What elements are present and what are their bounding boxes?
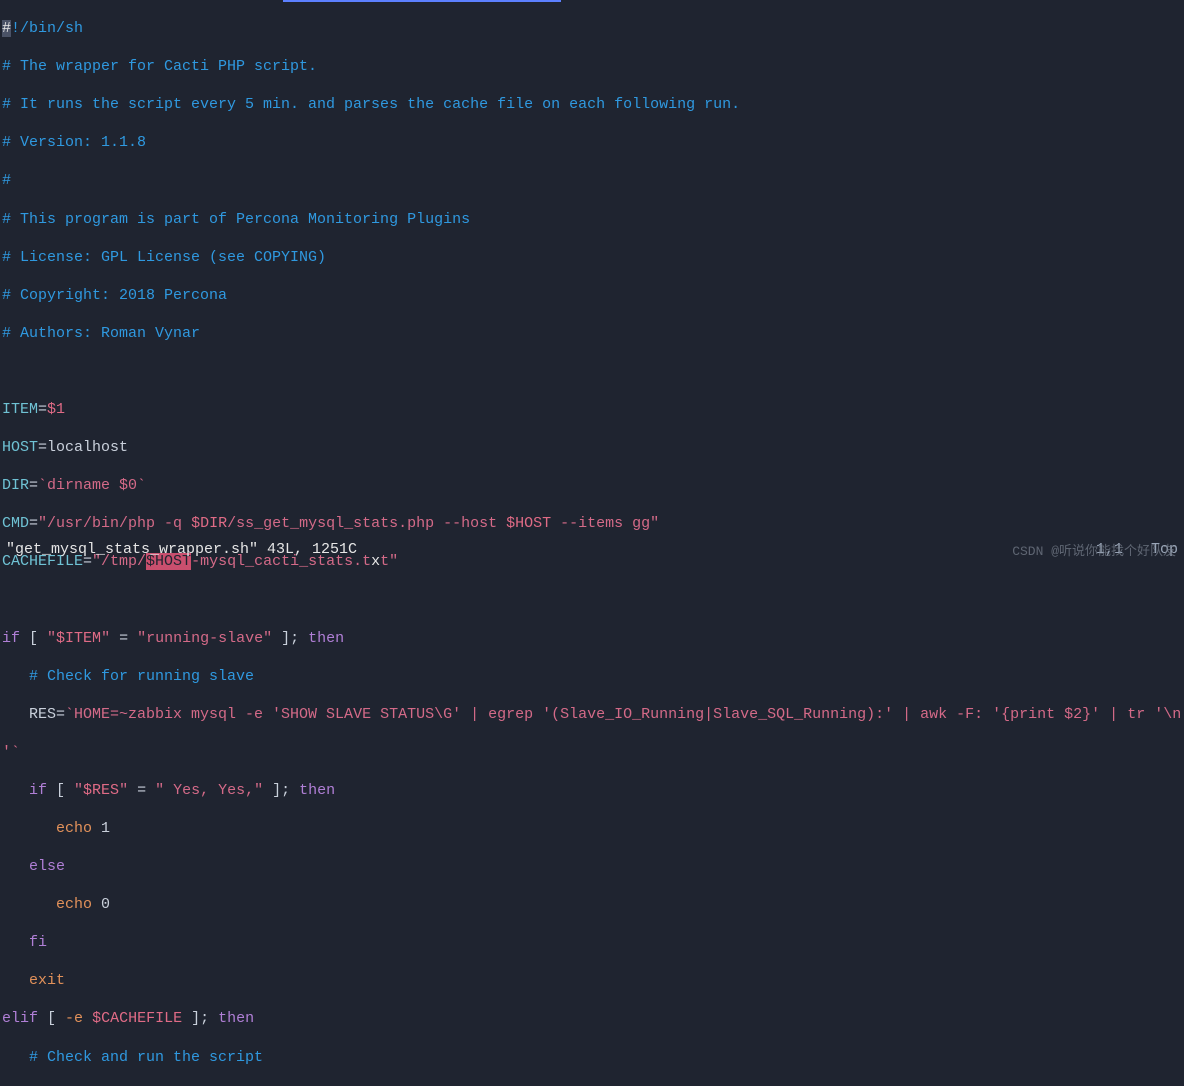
code-line: elif [ -e $CACHEFILE ]; then — [0, 1009, 1184, 1028]
code-line — [0, 590, 1184, 609]
code-line — [0, 362, 1184, 381]
code-line: if [ "$ITEM" = "running-slave" ]; then — [0, 629, 1184, 648]
code-line: ITEM=$1 — [0, 400, 1184, 419]
code-line: # This program is part of Percona Monito… — [0, 210, 1184, 229]
shebang-hash: # — [2, 20, 11, 37]
code-line: echo 1 — [0, 819, 1184, 838]
code-editor[interactable]: #!/bin/sh # The wrapper for Cacti PHP sc… — [0, 0, 1184, 540]
status-file-info: "get_mysql_stats_wrapper.sh" 43L, 1251C — [6, 540, 357, 559]
code-line: #!/bin/sh — [0, 19, 1184, 38]
code-line: else — [0, 857, 1184, 876]
code-line: echo 0 — [0, 895, 1184, 914]
code-line: # License: GPL License (see COPYING) — [0, 248, 1184, 267]
code-line: HOST=localhost — [0, 438, 1184, 457]
code-line: # The wrapper for Cacti PHP script. — [0, 57, 1184, 76]
status-bar: "get_mysql_stats_wrapper.sh" 43L, 1251C … — [0, 540, 1184, 560]
code-line: '` — [0, 743, 1184, 762]
code-line: # Version: 1.1.8 — [0, 133, 1184, 152]
code-line: exit — [0, 971, 1184, 990]
code-line: # It runs the script every 5 min. and pa… — [0, 95, 1184, 114]
code-line: fi — [0, 933, 1184, 952]
status-scroll: Top — [1151, 540, 1178, 559]
code-line: RES=`HOME=~zabbix mysql -e 'SHOW SLAVE S… — [0, 705, 1184, 724]
code-line: if [ "$RES" = " Yes, Yes," ]; then — [0, 781, 1184, 800]
code-line: # — [0, 171, 1184, 190]
code-line: CMD="/usr/bin/php -q $DIR/ss_get_mysql_s… — [0, 514, 1184, 533]
code-line: # Copyright: 2018 Percona — [0, 286, 1184, 305]
code-line: # Check and run the script — [0, 1048, 1184, 1067]
code-line: DIR=`dirname $0` — [0, 476, 1184, 495]
code-line: # Check for running slave — [0, 667, 1184, 686]
status-cursor-pos: 1,1 — [1096, 540, 1123, 559]
code-line: # Authors: Roman Vynar — [0, 324, 1184, 343]
